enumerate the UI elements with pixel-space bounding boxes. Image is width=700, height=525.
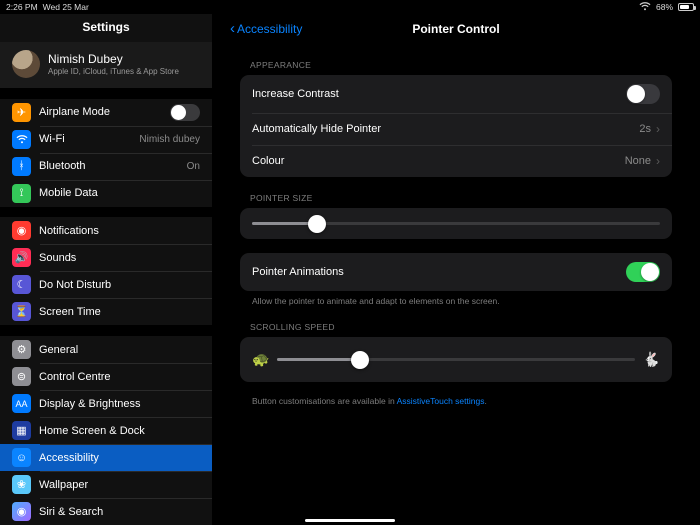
label: Wi-Fi xyxy=(39,133,65,145)
sidebar-item-bluetooth[interactable]: ᚼ Bluetooth On xyxy=(0,153,212,180)
colour-value: None xyxy=(625,155,651,167)
label: Bluetooth xyxy=(39,160,85,172)
flower-icon: ❀ xyxy=(12,475,31,494)
speaker-icon: 🔊 xyxy=(12,248,31,267)
bluetooth-icon: ᚼ xyxy=(12,157,31,176)
sidebar-item-display[interactable]: AA Display & Brightness xyxy=(0,390,212,417)
label: Do Not Disturb xyxy=(39,279,111,291)
label: Colour xyxy=(252,155,284,167)
pointer-animations-switch[interactable] xyxy=(626,262,660,282)
scrolling-speed-slider[interactable] xyxy=(277,358,634,361)
row-increase-contrast[interactable]: Increase Contrast xyxy=(240,75,672,113)
tortoise-icon: 🐢 xyxy=(252,351,269,368)
profile-sub: Apple ID, iCloud, iTunes & App Store xyxy=(48,67,179,76)
moon-icon: ☾ xyxy=(12,275,31,294)
wifi-icon xyxy=(12,130,31,149)
sidebar-item-general[interactable]: ⚙ General xyxy=(0,336,212,363)
sidebar-item-wifi[interactable]: Wi-Fi Nimish dubey xyxy=(0,126,212,153)
label: Accessibility xyxy=(39,452,99,464)
label: Increase Contrast xyxy=(252,88,339,100)
animations-note: Allow the pointer to animate and adapt t… xyxy=(230,291,682,306)
battery-icon xyxy=(678,3,694,11)
auto-hide-value: 2s xyxy=(639,123,651,135)
sidebar-item-screen-time[interactable]: ⏳ Screen Time xyxy=(0,298,212,325)
label: Automatically Hide Pointer xyxy=(252,123,381,135)
gear-icon: ⚙ xyxy=(12,340,31,359)
status-date: Wed 25 Mar xyxy=(43,2,89,12)
bt-value: On xyxy=(187,161,200,172)
sidebar-item-home-screen[interactable]: ▦ Home Screen & Dock xyxy=(0,417,212,444)
label: Display & Brightness xyxy=(39,398,141,410)
airplane-toggle[interactable] xyxy=(170,104,200,121)
appearance-card: Increase Contrast Automatically Hide Poi… xyxy=(240,75,672,177)
grid-icon: ▦ xyxy=(12,421,31,440)
appearance-header: APPEARANCE xyxy=(230,44,682,75)
hourglass-icon: ⏳ xyxy=(12,302,31,321)
label: Control Centre xyxy=(39,371,111,383)
scrolling-speed-header: SCROLLING SPEED xyxy=(230,306,682,337)
airplane-icon: ✈ xyxy=(12,103,31,122)
label: General xyxy=(39,344,78,356)
sidebar-item-airplane[interactable]: ✈ Airplane Mode xyxy=(0,99,212,126)
detail-pane: ‹ Accessibility Pointer Control APPEARAN… xyxy=(212,14,700,525)
profile-cell[interactable]: Nimish Dubey Apple ID, iCloud, iTunes & … xyxy=(0,42,212,88)
label: Wallpaper xyxy=(39,479,88,491)
pointer-size-header: POINTER SIZE xyxy=(230,177,682,208)
label: Pointer Animations xyxy=(252,266,344,278)
assistivetouch-link[interactable]: AssistiveTouch settings xyxy=(397,396,485,406)
siri-icon: ◉ xyxy=(12,502,31,521)
animations-card: Pointer Animations xyxy=(240,253,672,291)
scrolling-speed-card: 🐢 🐇 xyxy=(240,337,672,382)
avatar xyxy=(12,50,40,78)
home-indicator[interactable] xyxy=(305,519,395,522)
battery-pct: 68% xyxy=(656,2,673,12)
wifi-value: Nimish dubey xyxy=(139,134,200,145)
back-button[interactable]: ‹ Accessibility xyxy=(230,21,302,37)
label: Mobile Data xyxy=(39,187,98,199)
antenna-icon: ⟟ xyxy=(12,184,31,203)
chevron-right-icon: › xyxy=(656,154,660,168)
row-colour[interactable]: Colour None › xyxy=(240,145,672,177)
sidebar-item-accessibility[interactable]: ☺ Accessibility xyxy=(0,444,212,471)
status-time: 2:26 PM xyxy=(6,2,38,12)
row-pointer-animations[interactable]: Pointer Animations xyxy=(240,253,672,291)
switches-icon: ⊜ xyxy=(12,367,31,386)
sidebar-item-control-centre[interactable]: ⊜ Control Centre xyxy=(0,363,212,390)
bell-icon: ◉ xyxy=(12,221,31,240)
chevron-left-icon: ‹ xyxy=(230,20,235,37)
label: Sounds xyxy=(39,252,76,264)
sidebar-title: Settings xyxy=(0,14,212,42)
back-label: Accessibility xyxy=(237,22,302,36)
sidebar-item-dnd[interactable]: ☾ Do Not Disturb xyxy=(0,271,212,298)
hare-icon: 🐇 xyxy=(643,351,660,368)
label: Notifications xyxy=(39,225,99,237)
label: Siri & Search xyxy=(39,506,103,518)
customisation-note: Button customisations are available in A… xyxy=(230,382,682,406)
sidebar-item-mobile-data[interactable]: ⟟ Mobile Data xyxy=(0,180,212,207)
increase-contrast-switch[interactable] xyxy=(626,84,660,104)
settings-sidebar: Settings Nimish Dubey Apple ID, iCloud, … xyxy=(0,14,212,525)
sidebar-item-notifications[interactable]: ◉ Notifications xyxy=(0,217,212,244)
chevron-right-icon: › xyxy=(656,122,660,136)
row-auto-hide[interactable]: Automatically Hide Pointer 2s › xyxy=(240,113,672,145)
sidebar-item-sounds[interactable]: 🔊 Sounds xyxy=(0,244,212,271)
aa-icon: AA xyxy=(12,394,31,413)
label: Home Screen & Dock xyxy=(39,425,145,437)
label: Airplane Mode xyxy=(39,106,110,118)
label: Screen Time xyxy=(39,306,101,318)
pointer-size-slider[interactable] xyxy=(252,222,660,225)
profile-name: Nimish Dubey xyxy=(48,52,179,66)
pointer-size-slider-card xyxy=(240,208,672,239)
wifi-icon xyxy=(639,2,651,13)
status-bar: 2:26 PM Wed 25 Mar 68% xyxy=(0,0,700,14)
sidebar-item-wallpaper[interactable]: ❀ Wallpaper xyxy=(0,471,212,498)
sidebar-item-siri[interactable]: ◉ Siri & Search xyxy=(0,498,212,525)
person-icon: ☺ xyxy=(12,448,31,467)
